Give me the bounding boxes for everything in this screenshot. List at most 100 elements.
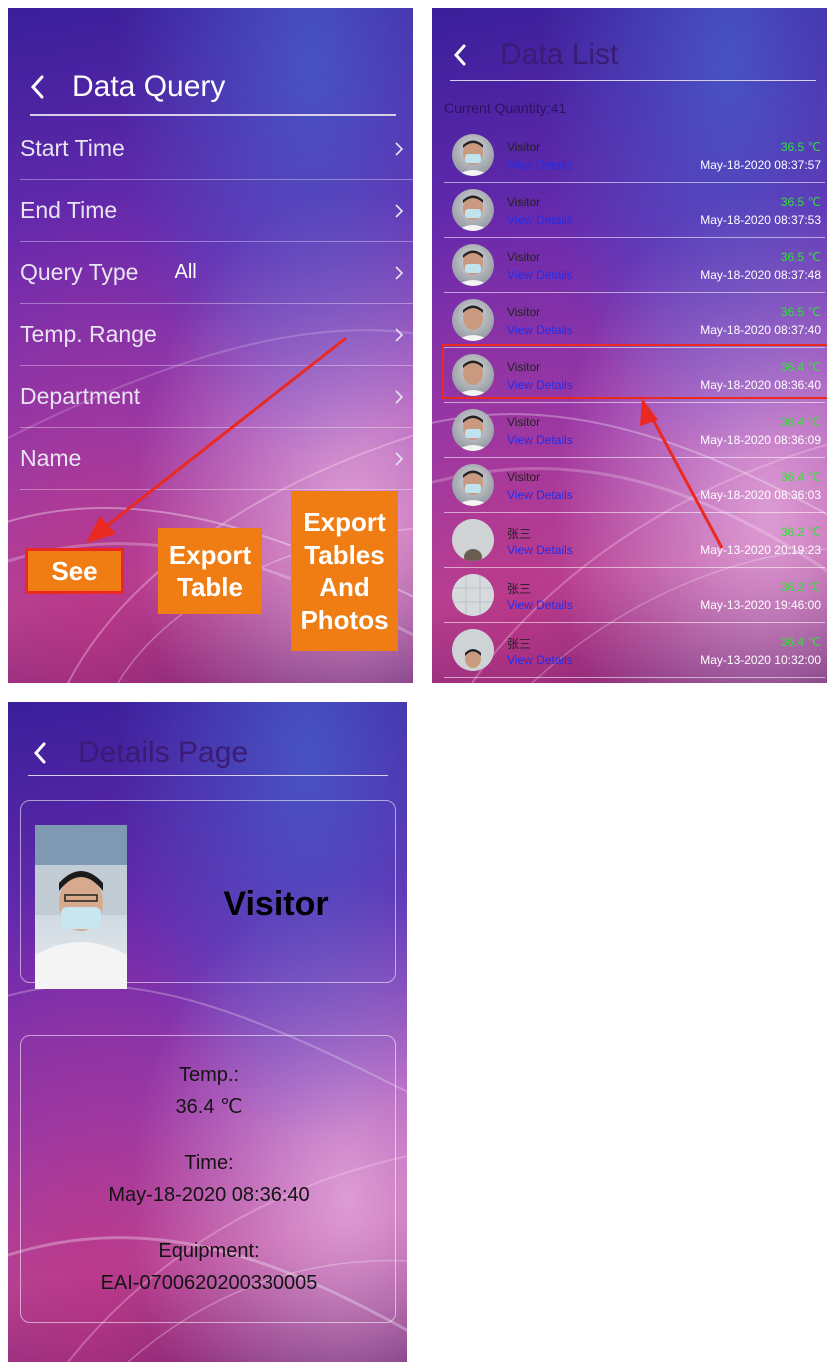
back-arrow-icon[interactable] bbox=[454, 42, 472, 68]
avatar bbox=[452, 629, 494, 671]
current-quantity: Current Quantity:41 bbox=[444, 100, 567, 116]
view-details-link[interactable]: View Details bbox=[507, 488, 573, 502]
record-time: May-13-2020 19:46:00 bbox=[700, 598, 821, 612]
back-arrow-icon[interactable] bbox=[34, 740, 52, 766]
record-name: Visitor bbox=[507, 305, 541, 319]
menu-item-department[interactable]: Department bbox=[20, 366, 413, 428]
view-details-link[interactable]: View Details bbox=[507, 213, 573, 227]
menu-item-value: All bbox=[174, 261, 197, 283]
data-list-screen: Data List Current Quantity:41 Visitor Vi… bbox=[432, 8, 827, 683]
see-button[interactable]: See bbox=[25, 548, 124, 594]
record-time: May-18-2020 08:37:57 bbox=[700, 158, 821, 172]
list-item[interactable]: 张三 View Details 36.4 ℃ May-13-2020 10:32… bbox=[444, 623, 825, 678]
view-details-link[interactable]: View Details bbox=[507, 158, 573, 172]
menu-item-query-type[interactable]: Query Type All bbox=[20, 242, 413, 304]
time-label: Time: bbox=[184, 1152, 234, 1174]
list-item[interactable]: Visitor View Details 36.5 ℃ May-18-2020 … bbox=[444, 183, 825, 238]
equipment-value: EAI-0700620200330005 bbox=[100, 1272, 318, 1294]
list-item[interactable]: Visitor View Details 36.4 ℃ May-18-2020 … bbox=[444, 403, 825, 458]
record-time: May-18-2020 08:36:03 bbox=[700, 488, 821, 502]
menu-item-temp-range[interactable]: Temp. Range bbox=[20, 304, 413, 366]
view-details-link[interactable]: View Details bbox=[507, 323, 573, 337]
record-temp: 36.2 ℃ bbox=[780, 525, 821, 539]
menu-item-name[interactable]: Name bbox=[20, 428, 413, 490]
avatar bbox=[452, 299, 494, 341]
back-arrow-icon[interactable] bbox=[30, 72, 52, 102]
menu-item-label: Start Time bbox=[20, 135, 125, 161]
header: Data List bbox=[454, 38, 618, 72]
temp-value: 36.4 ℃ bbox=[175, 1096, 243, 1118]
record-time: May-18-2020 08:37:48 bbox=[700, 268, 821, 282]
page-title: Details Page bbox=[78, 736, 249, 769]
person-name: Visitor bbox=[223, 885, 329, 923]
chevron-right-icon bbox=[395, 328, 403, 342]
record-name: 张三 bbox=[507, 582, 532, 596]
record-time: May-13-2020 10:32:00 bbox=[700, 653, 821, 667]
page-title: Data List bbox=[500, 38, 619, 71]
record-temp: 36.5 ℃ bbox=[780, 140, 821, 154]
list-item[interactable]: 张三 View Details 36.2 ℃ May-13-2020 20:19… bbox=[444, 513, 825, 568]
menu-item-start-time[interactable]: Start Time bbox=[20, 118, 413, 180]
view-details-link[interactable]: View Details bbox=[507, 268, 573, 282]
menu-item-end-time[interactable]: End Time bbox=[20, 180, 413, 242]
menu-item-label: Temp. Range bbox=[20, 321, 157, 347]
export-table-button[interactable]: Export Table bbox=[158, 528, 262, 614]
export-tables-photos-button[interactable]: Export Tables And Photos bbox=[291, 491, 398, 651]
record-temp: 36.4 ℃ bbox=[780, 470, 821, 484]
view-details-link[interactable]: View Details bbox=[507, 543, 573, 557]
record-time: May-18-2020 08:37:40 bbox=[700, 323, 821, 337]
record-temp: 36.4 ℃ bbox=[780, 635, 821, 649]
header-divider bbox=[450, 80, 816, 81]
menu-item-label: Name bbox=[20, 445, 82, 471]
chevron-right-icon bbox=[395, 452, 403, 466]
view-details-link[interactable]: View Details bbox=[507, 598, 573, 612]
annotation-highlight-box bbox=[442, 344, 827, 399]
record-name: 张三 bbox=[507, 637, 532, 651]
temp-label: Temp.: bbox=[178, 1064, 240, 1086]
menu-item-label: Department bbox=[20, 383, 141, 409]
record-temp: 36.5 ℃ bbox=[780, 195, 821, 209]
list-item[interactable]: Visitor View Details 36.5 ℃ May-18-2020 … bbox=[444, 293, 825, 348]
data-query-screen: Data Query Start Time End Time Query Typ… bbox=[8, 8, 413, 683]
list-item[interactable]: Visitor View Details 36.5 ℃ May-18-2020 … bbox=[444, 238, 825, 293]
list-item[interactable]: 张三 View Details 36.2 ℃ May-13-2020 19:46… bbox=[444, 568, 825, 623]
details-screen: Details Page Visitor Temp.: 36.4 ℃ Time:… bbox=[8, 702, 407, 1362]
header-divider bbox=[30, 114, 396, 116]
record-list: Visitor View Details 36.5 ℃ May-18-2020 … bbox=[444, 128, 825, 678]
chevron-right-icon bbox=[395, 204, 403, 218]
person-card: Visitor bbox=[20, 800, 396, 989]
menu-item-label: Query Type bbox=[20, 259, 139, 285]
record-time: May-18-2020 08:36:09 bbox=[700, 433, 821, 447]
chevron-right-icon bbox=[395, 390, 403, 404]
avatar bbox=[452, 519, 494, 561]
header: Details Page bbox=[34, 736, 248, 770]
record-temp: 36.5 ℃ bbox=[780, 250, 821, 264]
chevron-right-icon bbox=[395, 266, 403, 280]
avatar bbox=[452, 244, 494, 286]
time-value: May-18-2020 08:36:40 bbox=[108, 1184, 310, 1206]
record-name: Visitor bbox=[507, 470, 541, 484]
avatar bbox=[452, 409, 494, 451]
header: Data Query bbox=[30, 70, 225, 104]
person-photo bbox=[35, 825, 127, 989]
record-temp: 36.4 ℃ bbox=[780, 415, 821, 429]
view-details-link[interactable]: View Details bbox=[507, 653, 573, 667]
record-name: Visitor bbox=[507, 140, 541, 154]
avatar bbox=[452, 189, 494, 231]
list-item[interactable]: Visitor View Details 36.5 ℃ May-18-2020 … bbox=[444, 128, 825, 183]
record-name: 张三 bbox=[507, 527, 532, 541]
record-temp: 36.2 ℃ bbox=[780, 580, 821, 594]
header-divider bbox=[28, 775, 388, 776]
record-name: Visitor bbox=[507, 195, 541, 209]
avatar bbox=[452, 134, 494, 176]
list-item[interactable]: Visitor View Details 36.4 ℃ May-18-2020 … bbox=[444, 458, 825, 513]
record-info-card: Temp.: 36.4 ℃ Time: May-18-2020 08:36:40… bbox=[20, 1035, 396, 1323]
record-time: May-13-2020 20:19:23 bbox=[700, 543, 821, 557]
record-name: Visitor bbox=[507, 250, 541, 264]
page-title: Data Query bbox=[72, 70, 226, 103]
view-details-link[interactable]: View Details bbox=[507, 433, 573, 447]
equipment-label: Equipment: bbox=[158, 1240, 260, 1262]
chevron-right-icon bbox=[395, 142, 403, 156]
avatar bbox=[452, 574, 494, 616]
menu-item-label: End Time bbox=[20, 197, 118, 223]
